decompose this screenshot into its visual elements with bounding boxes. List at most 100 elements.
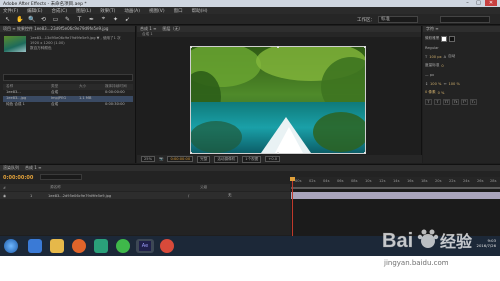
selection-tool-icon[interactable]: ↖ bbox=[4, 16, 11, 23]
close-button[interactable]: ✕ bbox=[485, 0, 497, 6]
small-caps-button[interactable]: Tt bbox=[452, 98, 459, 105]
app-icon[interactable] bbox=[160, 239, 174, 253]
menu-animation[interactable]: 动画(A) bbox=[124, 8, 140, 14]
faux-bold-button[interactable]: T bbox=[425, 98, 432, 105]
tab-layer[interactable]: 图层（无） bbox=[162, 26, 182, 32]
composition-breadcrumb[interactable]: 合成 1 bbox=[137, 32, 421, 37]
exposure-value[interactable]: +0.0 bbox=[265, 156, 281, 162]
composition-panel: 合成 1 ≡ 图层（无） 合成 1 25% 📷 0:00:00:00 完整 活动… bbox=[137, 26, 422, 163]
type-tool-icon[interactable]: T bbox=[76, 16, 83, 23]
faux-italic-button[interactable]: T bbox=[434, 98, 441, 105]
project-panel: 项目 ≡ 效果控件 1ee83...23d9f5e06c9e79d9fe5e9.… bbox=[0, 26, 136, 187]
workspace-select[interactable]: 标准 bbox=[378, 16, 418, 23]
baseline-shift-value[interactable]: 0 像素 bbox=[425, 90, 436, 95]
menu-effect[interactable]: 效果(T) bbox=[100, 8, 115, 14]
brush-tool-icon[interactable]: ✒ bbox=[88, 16, 95, 23]
transform-handle[interactable] bbox=[277, 152, 279, 154]
ruler-tick: 22s bbox=[449, 179, 456, 183]
tracking-value[interactable]: 0 bbox=[441, 64, 443, 68]
transform-handle[interactable] bbox=[277, 46, 279, 48]
layer-index-header: # bbox=[3, 185, 7, 190]
playhead-handle[interactable] bbox=[290, 177, 295, 181]
rectangle-tool-icon[interactable]: ▭ bbox=[52, 16, 59, 23]
switches-icon[interactable]: ∕ bbox=[188, 194, 228, 198]
zoom-tool-icon[interactable]: 🔍 bbox=[28, 16, 35, 23]
menu-composition[interactable]: 合成(C) bbox=[51, 8, 67, 14]
pen-tool-icon[interactable]: ✎ bbox=[64, 16, 71, 23]
composition-viewer[interactable] bbox=[190, 46, 366, 154]
ie-icon[interactable] bbox=[28, 239, 42, 253]
work-area-bar[interactable] bbox=[291, 187, 500, 189]
layer-parent-select[interactable]: 无 bbox=[228, 193, 268, 198]
camera-icon[interactable]: 📷 bbox=[159, 157, 163, 161]
maximize-button[interactable]: □ bbox=[474, 0, 483, 6]
table-row[interactable]: 纯色 合成 1 合成 0:00:30:00 bbox=[3, 102, 133, 108]
kerning-value[interactable]: 度量标准 bbox=[425, 63, 439, 68]
transform-handle[interactable] bbox=[190, 46, 192, 48]
transform-handle[interactable] bbox=[364, 46, 366, 48]
layer-header: # 源名称 父级 bbox=[0, 184, 290, 191]
font-family-select[interactable]: 微软雅黑 bbox=[425, 36, 439, 41]
font-style-select[interactable]: Regular bbox=[425, 46, 439, 50]
visibility-icon[interactable]: ◉ bbox=[0, 194, 10, 198]
viewer-controls: 25% 📷 0:00:00:00 完整 活动摄像机 1个视图 +0.0 bbox=[137, 155, 422, 163]
layer-name[interactable]: 1ee83...2d95e06c9e79d9fe5e9.jpg bbox=[48, 194, 188, 198]
menu-file[interactable]: 文件(F) bbox=[3, 8, 18, 14]
ruler-tick: 04s bbox=[323, 179, 330, 183]
current-time-display[interactable]: 0:00:00:00 bbox=[167, 156, 194, 162]
menu-view[interactable]: 视图(V) bbox=[149, 8, 165, 14]
timeline-search-input[interactable] bbox=[40, 174, 82, 180]
eraser-tool-icon[interactable]: ✦ bbox=[112, 16, 119, 23]
superscript-button[interactable]: T¹ bbox=[461, 98, 468, 105]
tab-character[interactable]: 字符 ≡ bbox=[423, 26, 500, 32]
menu-window[interactable]: 窗口 bbox=[174, 8, 183, 14]
media-app-icon[interactable] bbox=[94, 239, 108, 253]
tab-render-queue[interactable]: 渲染队列 bbox=[3, 165, 19, 171]
menu-layer[interactable]: 图层(L) bbox=[76, 8, 91, 14]
minimize-button[interactable]: – bbox=[463, 0, 472, 6]
view-layout-select[interactable]: 1个视图 bbox=[242, 155, 262, 163]
transform-handle[interactable] bbox=[364, 152, 366, 154]
all-caps-button[interactable]: TT bbox=[443, 98, 450, 105]
tab-comp-timeline[interactable]: 合成 1 ≡ bbox=[25, 165, 41, 171]
ruler-tick: 28s bbox=[490, 179, 497, 183]
stroke-width-value[interactable]: — px bbox=[425, 73, 434, 77]
playhead-line[interactable] bbox=[292, 177, 293, 236]
row-duration: 0:00:30:00 bbox=[105, 102, 125, 106]
explorer-icon[interactable] bbox=[50, 239, 64, 253]
firefox-icon[interactable] bbox=[72, 239, 86, 253]
vertical-scale-value[interactable]: 100 % bbox=[430, 82, 441, 86]
source-name-header[interactable]: 源名称 bbox=[10, 185, 160, 190]
leading-value[interactable]: 自动 bbox=[448, 54, 455, 59]
magnification-select[interactable]: 25% bbox=[141, 156, 155, 162]
horizontal-scale-value[interactable]: 100 % bbox=[448, 82, 459, 86]
menu-edit[interactable]: 编辑(E) bbox=[27, 8, 42, 14]
menu-help[interactable]: 帮助(H) bbox=[192, 8, 208, 14]
subscript-button[interactable]: T₁ bbox=[470, 98, 477, 105]
chat-app-icon[interactable] bbox=[116, 239, 130, 253]
help-search-input[interactable] bbox=[440, 16, 490, 23]
fill-color-swatch[interactable] bbox=[441, 35, 448, 42]
layer-row[interactable]: ◉ 1 1ee83...2d95e06c9e79d9fe5e9.jpg ∕ 无 bbox=[0, 192, 290, 199]
camera-view-select[interactable]: 活动摄像机 bbox=[214, 155, 239, 163]
clone-stamp-tool-icon[interactable]: ⌖ bbox=[100, 15, 107, 23]
project-panel-tab[interactable]: 项目 ≡ 效果控件 1ee83...23d9f5e06c9e79d9fe5e9.… bbox=[0, 26, 135, 32]
font-size-value[interactable]: 100 px bbox=[429, 55, 441, 59]
footage-thumbnail bbox=[4, 36, 26, 52]
parent-header[interactable]: 父级 bbox=[160, 185, 240, 190]
transform-handle[interactable] bbox=[190, 152, 192, 154]
project-search-input[interactable] bbox=[3, 74, 133, 81]
ruler-tick: 02s bbox=[309, 179, 316, 183]
character-panel: 字符 ≡ 微软雅黑 Regular T 100 px A 自动 度量标准 0 —… bbox=[423, 26, 500, 163]
time-ruler[interactable]: 00s 02s 04s 06s 08s 10s 12s 14s 16s 18s … bbox=[291, 177, 500, 187]
rotate-tool-icon[interactable]: ⟲ bbox=[40, 16, 47, 23]
layer-duration-bar[interactable] bbox=[291, 192, 500, 199]
after-effects-taskbar-icon[interactable]: Ae bbox=[136, 239, 154, 253]
timeline-timecode[interactable]: 0:00:00:00 bbox=[3, 175, 33, 181]
stroke-color-swatch[interactable] bbox=[449, 35, 456, 42]
resolution-select[interactable]: 完整 bbox=[197, 155, 211, 163]
hand-tool-icon[interactable]: ✋ bbox=[16, 16, 23, 23]
start-button-icon[interactable] bbox=[4, 239, 18, 253]
tsume-value[interactable]: 0 % bbox=[438, 91, 445, 95]
puppet-tool-icon[interactable]: ➹ bbox=[124, 16, 131, 23]
